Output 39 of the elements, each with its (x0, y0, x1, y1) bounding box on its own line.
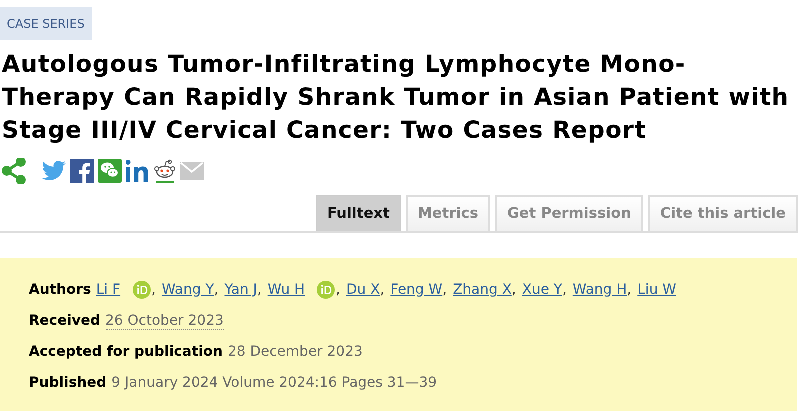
wechat-icon[interactable] (98, 159, 122, 183)
field-value: 28 December 2023 (228, 344, 363, 360)
orcid-icon (132, 281, 151, 299)
authors-label: Authors (29, 282, 92, 298)
author-link[interactable]: Li F (96, 281, 152, 299)
tab[interactable]: Fulltext (316, 195, 401, 231)
author-link[interactable]: Wang H (572, 282, 628, 298)
field-label: Published (29, 375, 107, 391)
author-link[interactable]: Du X (346, 282, 380, 298)
category-label: CASE SERIES (0, 7, 92, 40)
author-link[interactable]: Wang Y (162, 282, 214, 298)
field-value: 26 October 2023 (106, 312, 224, 330)
tab[interactable]: Get Permission (495, 195, 644, 231)
field-value: 9 January 2024 Volume 2024:16 Pages 31—39 (112, 375, 438, 391)
comma-text: , (214, 282, 219, 298)
facebook-icon[interactable] (70, 159, 94, 183)
orcid-icon (317, 281, 336, 299)
author-link[interactable]: Zhang X (453, 282, 512, 298)
comma-text: , (336, 282, 340, 298)
comma-text: , (152, 282, 156, 298)
comma-text: , (627, 282, 632, 298)
comma-text: , (562, 282, 567, 298)
article-title: Autologous Tumor-Infiltrating Lymphocyte Mono-Therapy Can Rapidly Shrank Tumor in Asian Patient with Stage III/IV Cervical Cancer: Two Cases Report (2, 49, 790, 146)
author-link[interactable]: Yan J (224, 282, 258, 298)
comma-text: , (380, 282, 385, 298)
author-link[interactable]: Xue Y (522, 282, 562, 298)
field-label: Received (29, 313, 101, 329)
linkedin-icon[interactable] (126, 160, 150, 182)
author-link[interactable]: Wu H (268, 281, 336, 299)
reddit-icon[interactable] (154, 159, 176, 183)
comma-text: , (512, 282, 516, 298)
comma-text: , (257, 282, 262, 298)
field-label: Accepted for publication (29, 344, 223, 360)
tab[interactable]: Metrics (406, 195, 490, 231)
author-link[interactable]: Feng W (390, 282, 443, 298)
author-link[interactable]: Liu W (638, 282, 676, 298)
comma-text: , (442, 282, 448, 298)
tab[interactable]: Cite this article (648, 195, 798, 231)
share-icon[interactable] (2, 158, 26, 184)
